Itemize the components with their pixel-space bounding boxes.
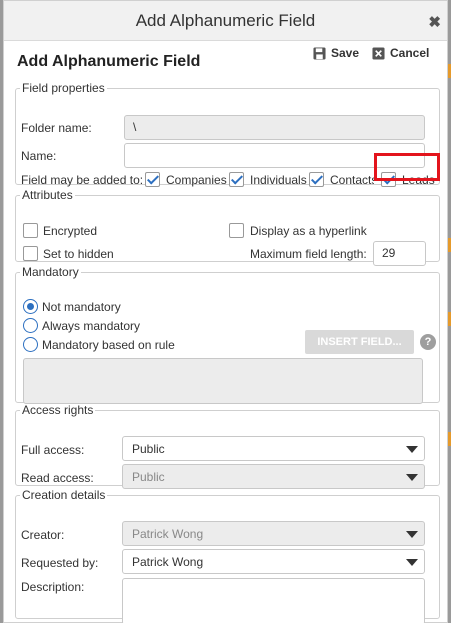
folder-name-label: Folder name: [21,121,92,135]
creation-details-section: Creation details Creator: Patrick Wong R… [15,488,440,623]
name-label: Name: [21,149,57,163]
rule-textarea [23,358,423,404]
contacts-label: Contacts [330,173,374,187]
access-rights-section: Access rights Full access: Public Read a… [15,403,440,489]
requested-by-label: Requested by: [21,556,99,570]
cancel-label: Cancel [390,46,430,60]
access-rights-legend: Access rights [22,403,94,417]
save-icon [313,46,326,60]
mandatory-rule-radio[interactable] [23,337,38,352]
window-title: Add Alphanumeric Field [135,11,316,30]
full-access-select[interactable]: Public [122,436,425,461]
folder-name-field: \ [124,115,425,140]
leads-highlight-box [374,153,440,181]
requested-by-select[interactable]: Patrick Wong [122,549,425,574]
individuals-checkbox[interactable] [229,172,244,187]
description-textarea[interactable] [122,578,425,623]
creation-details-legend: Creation details [22,488,106,502]
creator-value: Patrick Wong [132,527,204,541]
hyperlink-label: Display as a hyperlink [250,224,367,238]
save-button[interactable]: Save [313,46,359,60]
attributes-section: Attributes Encrypted Display as a hyperl… [15,188,440,266]
help-icon[interactable]: ? [420,334,436,350]
requested-by-value: Patrick Wong [132,555,204,569]
read-access-value: Public [132,470,165,484]
chevron-down-icon [406,531,418,538]
companies-label: Companies [166,173,227,187]
dialog-header: Add Alphanumeric Field Save Cancel [4,41,447,77]
companies-checkbox[interactable] [145,172,160,187]
page-title: Add Alphanumeric Field [17,53,201,70]
save-label: Save [331,46,360,60]
creator-select: Patrick Wong [122,521,425,546]
hidden-checkbox[interactable] [23,246,38,261]
encrypted-label: Encrypted [43,224,98,238]
hidden-label: Set to hidden [43,247,114,261]
always-mandatory-label: Always mandatory [42,319,141,333]
dialog-titlebar: Add Alphanumeric Field ✖ [4,1,447,41]
mandatory-section: Mandatory Not mandatory Always mandatory… [15,265,440,404]
mandatory-rule-label: Mandatory based on rule [42,338,175,352]
individuals-label: Individuals [250,173,307,187]
max-length-field[interactable]: 29 [373,241,426,266]
always-mandatory-radio[interactable] [23,318,38,333]
cancel-icon [372,46,385,60]
field-properties-legend: Field properties [22,81,105,95]
contacts-checkbox[interactable] [309,172,324,187]
added-to-label: Field may be added to: [21,173,144,187]
attributes-legend: Attributes [22,188,73,202]
not-mandatory-label: Not mandatory [42,300,121,314]
max-length-label: Maximum field length: [250,247,367,261]
chevron-down-icon [406,559,418,566]
encrypted-checkbox[interactable] [23,223,38,238]
read-access-select: Public [122,464,425,489]
read-access-label: Read access: [21,471,94,485]
full-access-label: Full access: [21,443,85,457]
not-mandatory-radio[interactable] [23,299,38,314]
insert-field-button: INSERT FIELD... [305,330,414,354]
hyperlink-checkbox[interactable] [229,223,244,238]
description-label: Description: [21,580,85,594]
chevron-down-icon [406,474,418,481]
close-icon[interactable]: ✖ [428,13,441,31]
creator-label: Creator: [21,528,65,542]
full-access-value: Public [132,442,165,456]
cancel-button[interactable]: Cancel [372,46,429,60]
add-alphanumeric-field-dialog: Add Alphanumeric Field ✖ Add Alphanumeri… [3,0,448,623]
chevron-down-icon [406,446,418,453]
mandatory-legend: Mandatory [22,265,79,279]
